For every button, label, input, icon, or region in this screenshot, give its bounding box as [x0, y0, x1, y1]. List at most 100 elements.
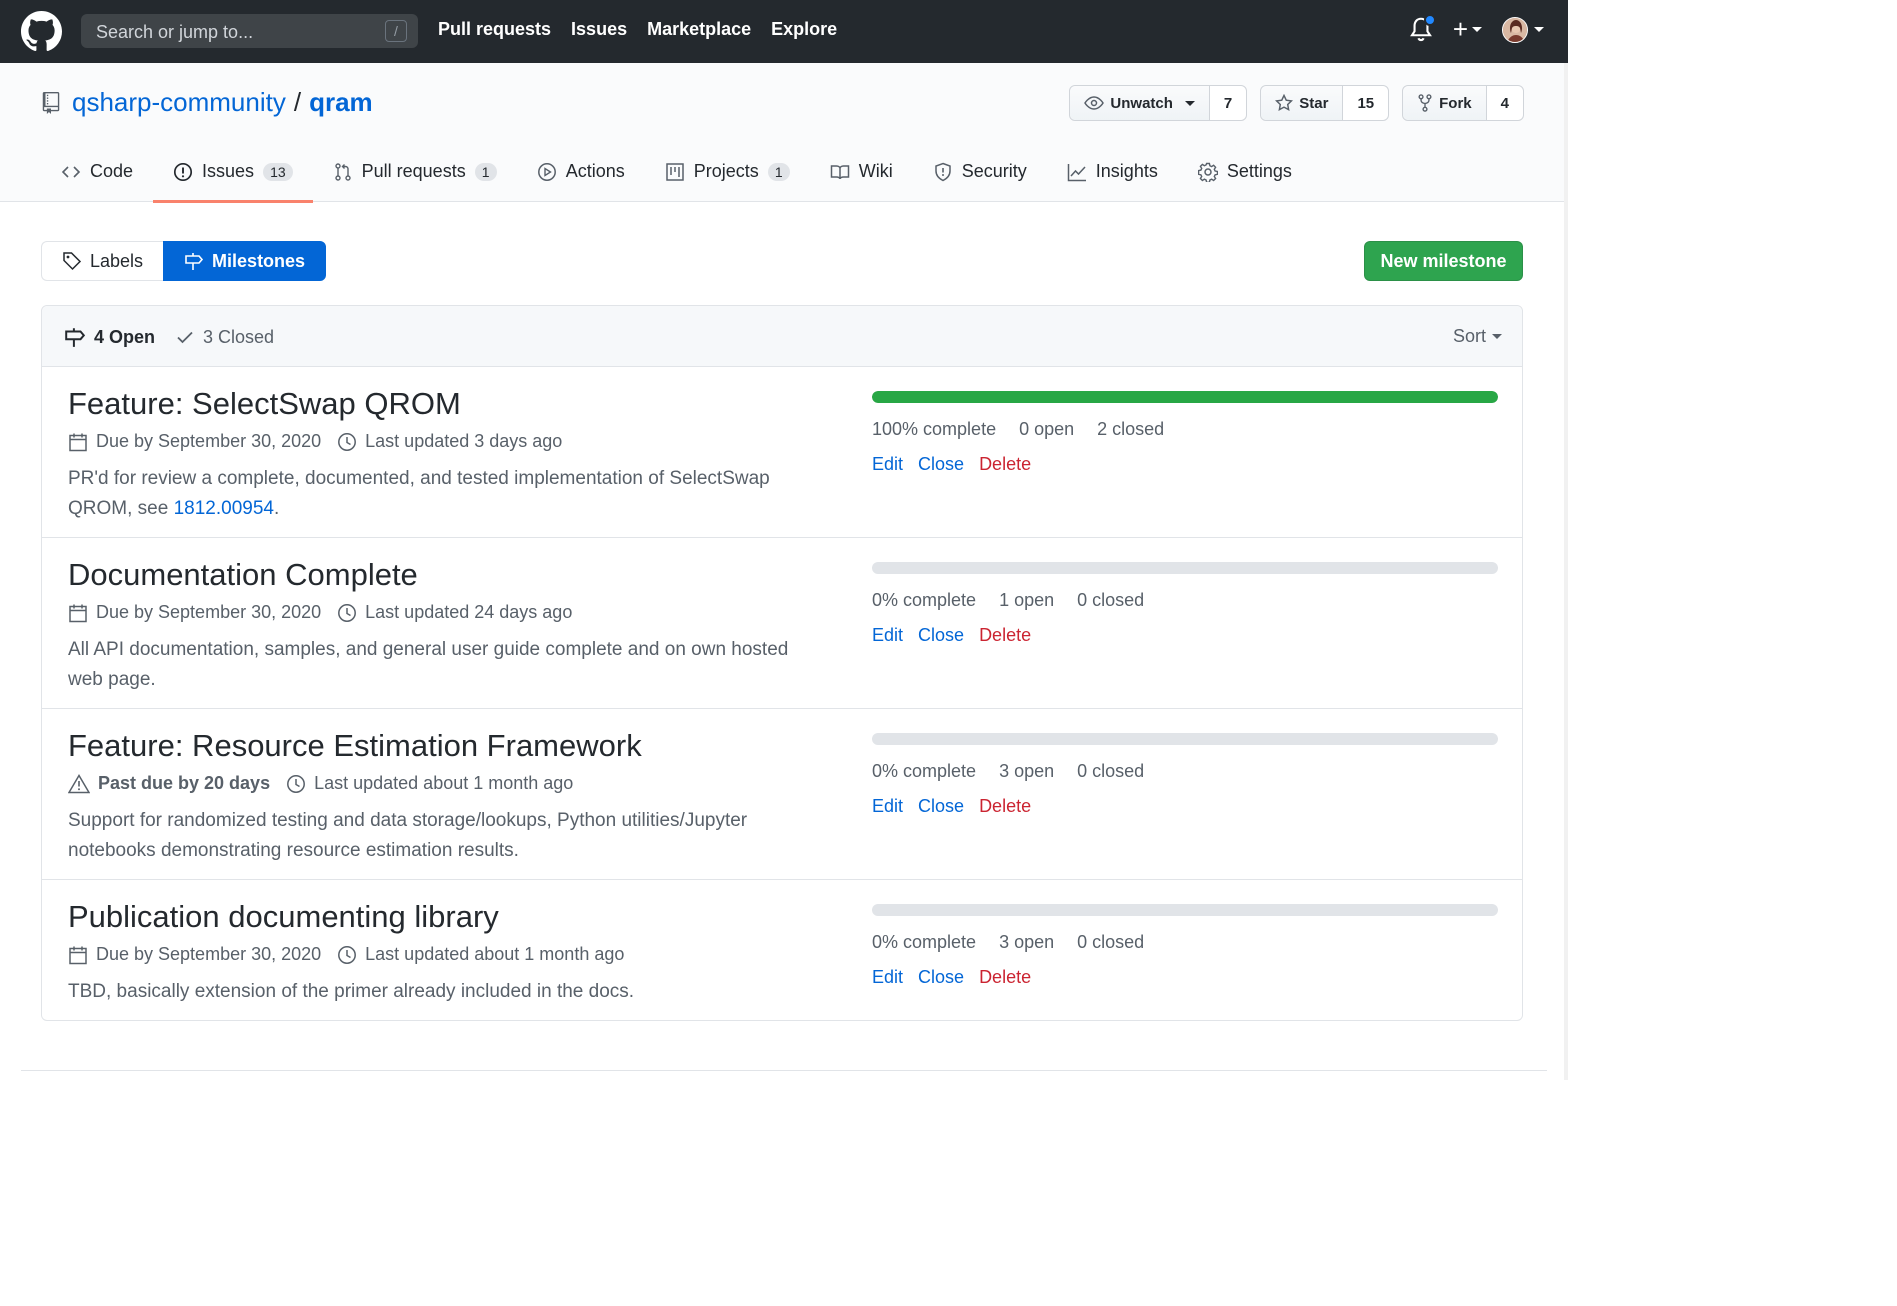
- create-new-dropdown[interactable]: +: [1453, 14, 1482, 45]
- edit-link[interactable]: Edit: [872, 796, 903, 817]
- open-count: 4 Open: [94, 326, 156, 347]
- calendar-icon: [69, 604, 87, 622]
- labels-tab[interactable]: Labels: [41, 241, 164, 281]
- due-date: Due by September 30, 2020: [68, 602, 321, 623]
- unwatch-button[interactable]: Unwatch: [1070, 86, 1210, 120]
- due-text: Due by September 30, 2020: [96, 602, 322, 622]
- closed-issues[interactable]: 0 closed: [1077, 590, 1144, 611]
- milestone-progress: 0% complete 3 open 0 closed Edit Close D…: [872, 733, 1498, 817]
- star-button[interactable]: Star: [1261, 86, 1344, 120]
- tab-code[interactable]: Code: [41, 141, 153, 202]
- sort-dropdown[interactable]: Sort: [1453, 326, 1502, 347]
- github-logo-icon[interactable]: [21, 11, 62, 52]
- search-input[interactable]: Search or jump to... /: [81, 14, 418, 48]
- tab-insights[interactable]: Insights: [1047, 141, 1178, 202]
- tab-wiki[interactable]: Wiki: [810, 141, 913, 202]
- issues-counter: 13: [263, 162, 293, 181]
- updated-text: Last updated about 1 month ago: [314, 773, 574, 793]
- progress-bar: [872, 904, 1498, 916]
- nav-marketplace[interactable]: Marketplace: [647, 19, 751, 40]
- notifications-button[interactable]: [1409, 13, 1436, 45]
- milestone-actions: Edit Close Delete: [872, 625, 1498, 646]
- open-issues[interactable]: 3 open: [999, 932, 1054, 953]
- close-link[interactable]: Close: [918, 625, 964, 646]
- delete-link[interactable]: Delete: [979, 625, 1031, 646]
- percent-complete: 0% complete: [872, 590, 977, 610]
- fork-label: Fork: [1439, 94, 1472, 112]
- star-group: Star 15: [1260, 85, 1390, 121]
- milestone-description: TBD, basically extension of the primer a…: [68, 981, 635, 1002]
- milestone-title[interactable]: Publication documenting library: [68, 898, 828, 936]
- milestone-title[interactable]: Documentation Complete: [68, 556, 828, 594]
- milestones-tab[interactable]: Milestones: [163, 241, 327, 281]
- new-milestone-button[interactable]: New milestone: [1364, 241, 1523, 281]
- nav-explore[interactable]: Explore: [771, 19, 837, 40]
- repo-name-link[interactable]: qram: [309, 87, 373, 118]
- open-filter[interactable]: 4 Open: [64, 326, 155, 348]
- milestone-progress: 100% complete 0 open 2 closed Edit Close…: [872, 391, 1498, 475]
- updated-text: Last updated 24 days ago: [365, 602, 573, 622]
- closed-issues[interactable]: 0 closed: [1077, 761, 1144, 782]
- user-menu[interactable]: [1502, 16, 1544, 43]
- fork-button[interactable]: Fork: [1403, 86, 1487, 120]
- progress-fill: [872, 391, 1498, 403]
- tab-issues[interactable]: Issues 13: [153, 141, 313, 203]
- tab-actions[interactable]: Actions: [517, 141, 645, 202]
- tab-settings[interactable]: Settings: [1178, 141, 1312, 202]
- milestone-title[interactable]: Feature: Resource Estimation Framework: [68, 727, 828, 765]
- closed-issues[interactable]: 0 closed: [1077, 932, 1144, 953]
- past-due-text: Past due by 20 days: [98, 773, 271, 793]
- progress-stats: 100% complete 0 open 2 closed: [872, 419, 1498, 440]
- scrollbar[interactable]: [1564, 63, 1568, 1080]
- delete-link[interactable]: Delete: [979, 454, 1031, 475]
- milestone-info: Publication documenting library Due by S…: [68, 898, 828, 1007]
- milestone-meta: Due by September 30, 2020 Last updated 3…: [68, 431, 828, 452]
- close-link[interactable]: Close: [918, 796, 964, 817]
- tab-label: Insights: [1095, 161, 1158, 181]
- tab-pull-requests[interactable]: Pull requests 1: [313, 141, 517, 202]
- tab-projects[interactable]: Projects 1: [645, 141, 810, 202]
- labels-label: Labels: [90, 250, 144, 271]
- milestone-row: Documentation Complete Due by September …: [42, 538, 1522, 709]
- nav-pull-requests[interactable]: Pull requests: [438, 19, 551, 40]
- due-text: Due by September 30, 2020: [96, 944, 322, 964]
- nav-issues[interactable]: Issues: [571, 19, 627, 40]
- star-count[interactable]: 15: [1343, 86, 1389, 120]
- watch-count[interactable]: 7: [1209, 86, 1247, 120]
- repo-nav: Code Issues 13 Pull requests 1 Actions P…: [41, 141, 1312, 203]
- progress-bar: [872, 391, 1498, 403]
- edit-link[interactable]: Edit: [872, 967, 903, 988]
- edit-link[interactable]: Edit: [872, 454, 903, 475]
- closed-issues[interactable]: 2 closed: [1097, 419, 1164, 440]
- close-link[interactable]: Close: [918, 967, 964, 988]
- play-icon: [537, 162, 556, 181]
- issue-icon: [173, 162, 193, 181]
- progress-stats: 0% complete 3 open 0 closed: [872, 932, 1498, 953]
- global-header: Search or jump to... / Pull requests Iss…: [0, 0, 1568, 63]
- open-issues[interactable]: 1 open: [999, 590, 1054, 611]
- watch-group: Unwatch 7: [1069, 85, 1248, 121]
- delete-link[interactable]: Delete: [979, 967, 1031, 988]
- progress-stats: 0% complete 1 open 0 closed: [872, 590, 1498, 611]
- repo-actions: Unwatch 7 Star 15 Fork 4: [1069, 85, 1524, 121]
- tab-security[interactable]: Security: [913, 141, 1047, 202]
- open-issues[interactable]: 0 open: [1019, 419, 1074, 440]
- star-icon: [1275, 94, 1294, 111]
- close-link[interactable]: Close: [918, 454, 964, 475]
- edit-link[interactable]: Edit: [872, 625, 903, 646]
- star-label: Star: [1299, 94, 1329, 112]
- project-icon: [665, 162, 684, 181]
- clock-icon: [338, 945, 357, 964]
- repo-owner-link[interactable]: qsharp-community: [72, 87, 286, 118]
- delete-link[interactable]: Delete: [979, 796, 1031, 817]
- milestone-title[interactable]: Feature: SelectSwap QROM: [68, 385, 828, 423]
- last-updated: Last updated 3 days ago: [337, 431, 562, 452]
- open-issues[interactable]: 3 open: [999, 761, 1054, 782]
- fork-count[interactable]: 4: [1486, 86, 1523, 120]
- calendar-icon: [69, 433, 87, 451]
- arxiv-link[interactable]: 1812.00954: [174, 498, 274, 519]
- percent-complete: 100% complete: [872, 419, 997, 439]
- closed-filter[interactable]: 3 Closed: [175, 326, 274, 348]
- milestone-meta: Past due by 20 days Last updated about 1…: [68, 773, 828, 794]
- fork-icon: [1418, 94, 1432, 112]
